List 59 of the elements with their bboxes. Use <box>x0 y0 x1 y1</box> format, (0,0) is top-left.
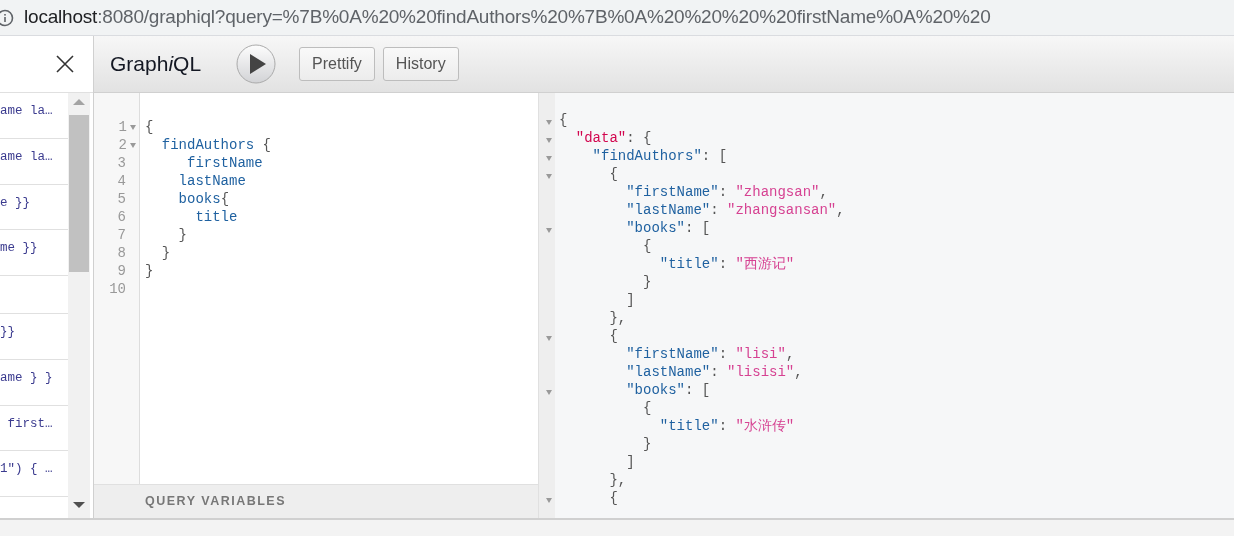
code-line: { <box>608 165 619 183</box>
fold-icon[interactable] <box>545 137 552 143</box>
code-line: "lastName": "zhangsansan", <box>625 201 845 219</box>
fold-icon[interactable] <box>545 335 552 341</box>
line-number: 1 <box>118 118 127 136</box>
code-line: { <box>642 237 653 255</box>
code-line: } <box>145 262 155 280</box>
code-line: "findAuthors": [ <box>591 147 729 165</box>
code-line: { <box>145 118 155 136</box>
code-line: } <box>642 435 653 453</box>
query-variables-title[interactable]: QUERY VARIABLES <box>145 492 287 511</box>
line-number: 8 <box>117 244 126 262</box>
code-line: books{ <box>177 190 231 208</box>
toolbar-button[interactable]: Prettify <box>299 47 375 81</box>
code-line: } <box>177 226 188 244</box>
code-line: findAuthors { <box>160 136 272 154</box>
fold-icon[interactable] <box>130 124 136 130</box>
fold-icon[interactable] <box>545 389 552 395</box>
fold-icon[interactable] <box>545 173 552 179</box>
line-number: 5 <box>117 190 126 208</box>
code-line: "data": { <box>574 129 653 147</box>
line-number: 7 <box>117 226 126 244</box>
close-button[interactable] <box>55 54 75 74</box>
scrollbar[interactable] <box>68 93 90 518</box>
line-number: 4 <box>117 172 126 190</box>
code-line: { <box>608 489 619 507</box>
toolbar-button[interactable]: History <box>382 47 459 81</box>
code-line: title <box>194 208 239 226</box>
app-title: GraphiQL <box>110 51 202 78</box>
line-number: 2 <box>118 136 127 154</box>
code-line: } <box>160 244 172 262</box>
fold-icon[interactable] <box>545 155 552 161</box>
code-line: firstName <box>186 154 264 172</box>
fold-icon[interactable] <box>130 142 136 148</box>
code-line: "title": "西游记" <box>658 255 796 273</box>
fold-icon[interactable] <box>545 497 552 503</box>
info-icon[interactable] <box>0 8 14 27</box>
code-line: }, <box>608 309 628 327</box>
code-line: "lastName": "lisisi", <box>625 363 804 381</box>
line-number: 10 <box>109 280 126 298</box>
code-line: { <box>559 111 569 129</box>
code-line: ] <box>625 291 636 309</box>
code-line: { <box>642 399 653 417</box>
code-line: }, <box>608 471 628 489</box>
code-line: "firstName": "zhangsan", <box>625 183 829 201</box>
line-number: 6 <box>117 208 126 226</box>
code-line: "books": [ <box>625 381 712 399</box>
line-number: 3 <box>117 154 126 172</box>
run-button[interactable] <box>235 44 278 84</box>
line-number: 9 <box>117 262 126 280</box>
code-line: lastName <box>177 172 247 190</box>
code-line: ] <box>625 453 636 471</box>
code-line: "title": "水浒传" <box>658 417 796 435</box>
code-line: { <box>608 327 619 345</box>
code-line: "books": [ <box>625 219 712 237</box>
code-line: } <box>642 273 653 291</box>
fold-icon[interactable] <box>545 119 552 125</box>
fold-icon[interactable] <box>545 227 552 233</box>
code-line: "firstName": "lisi", <box>625 345 796 363</box>
